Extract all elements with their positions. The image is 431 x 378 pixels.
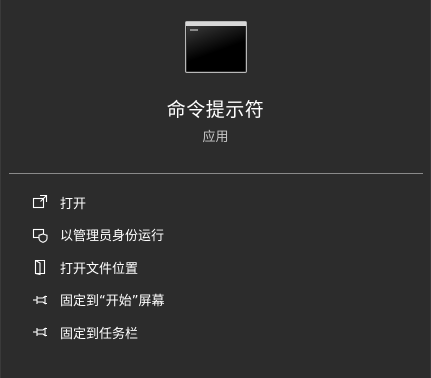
- menu-item-label: 打开文件位置: [60, 261, 139, 277]
- menu-item-open[interactable]: 打开: [1, 186, 430, 219]
- context-panel: 命令提示符 应用 打开 以管理员身份运行 打开文件位置 固定到“开始”屏幕 固定…: [0, 0, 431, 378]
- divider: [9, 173, 423, 174]
- folder-icon: [31, 258, 49, 276]
- menu-item-pin-to-taskbar[interactable]: 固定到任务栏: [1, 316, 430, 349]
- menu-item-run-as-admin[interactable]: 以管理员身份运行: [1, 219, 430, 252]
- pin-icon: [31, 323, 49, 341]
- shield-icon: [31, 226, 49, 244]
- pin-icon: [31, 291, 49, 309]
- menu-item-open-file-location[interactable]: 打开文件位置: [1, 251, 430, 284]
- app-title: 命令提示符: [166, 99, 265, 121]
- command-prompt-icon: [185, 21, 247, 73]
- context-menu: 打开 以管理员身份运行 打开文件位置 固定到“开始”屏幕 固定到任务栏: [1, 186, 430, 349]
- icon-prompt: [190, 29, 198, 31]
- menu-item-label: 固定到任务栏: [60, 326, 139, 342]
- menu-item-label: 以管理员身份运行: [60, 229, 165, 245]
- open-icon: [31, 193, 49, 211]
- app-type: 应用: [202, 130, 229, 145]
- menu-item-label: 打开: [60, 196, 87, 212]
- app-header: 命令提示符 应用: [1, 0, 430, 173]
- menu-item-label: 固定到“开始”屏幕: [60, 294, 165, 310]
- menu-item-pin-to-start[interactable]: 固定到“开始”屏幕: [1, 284, 430, 317]
- icon-screen: [187, 26, 245, 71]
